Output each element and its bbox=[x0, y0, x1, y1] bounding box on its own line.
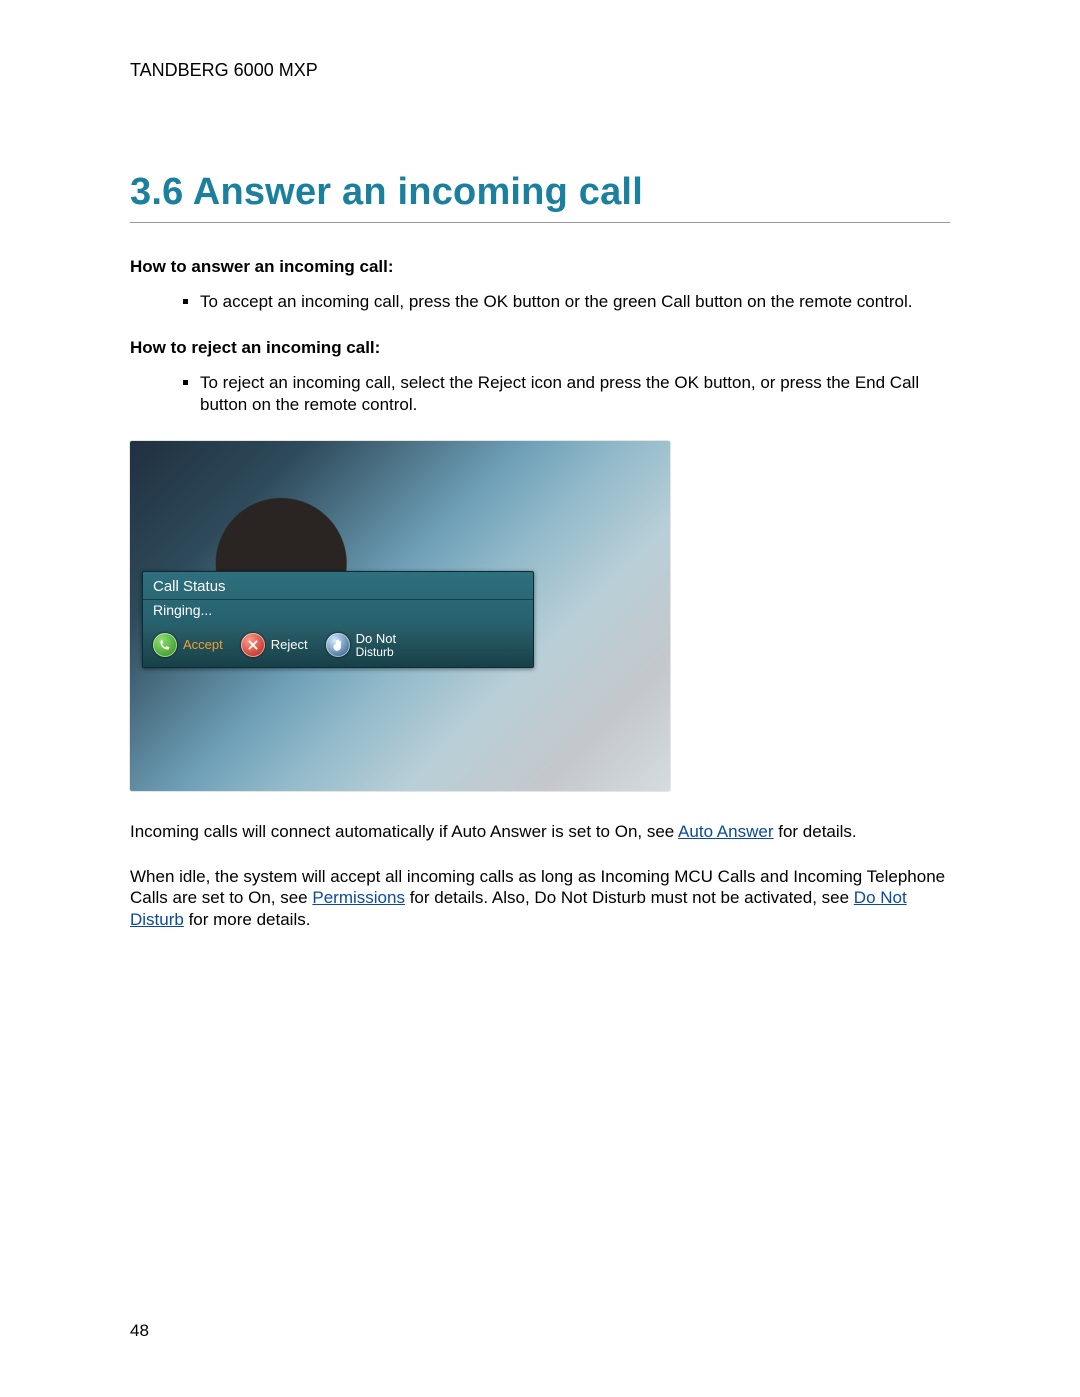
accept-icon bbox=[153, 633, 177, 657]
section-rule bbox=[130, 222, 950, 223]
howto-reject-list: To reject an incoming call, select the R… bbox=[130, 372, 950, 415]
reject-button[interactable]: Reject bbox=[241, 633, 308, 657]
section-title: 3.6 Answer an incoming call bbox=[130, 171, 950, 214]
list-item: To accept an incoming call, press the OK… bbox=[200, 291, 950, 312]
howto-reject-heading: How to reject an incoming call: bbox=[130, 338, 950, 358]
permissions-link[interactable]: Permissions bbox=[312, 888, 405, 907]
para1-pre: Incoming calls will connect automaticall… bbox=[130, 822, 678, 841]
header-product: TANDBERG 6000 MXP bbox=[130, 60, 950, 81]
incoming-call-figure: Call Status Ringing... Accept Reject bbox=[130, 441, 670, 791]
call-status-panel: Call Status Ringing... Accept Reject bbox=[142, 571, 534, 668]
accept-label: Accept bbox=[183, 638, 223, 652]
call-status-value: Ringing... bbox=[143, 600, 533, 626]
dnd-label: Do Not Disturb bbox=[356, 632, 396, 659]
dnd-label-line2: Disturb bbox=[356, 646, 396, 659]
list-item: To reject an incoming call, select the R… bbox=[200, 372, 950, 415]
para2-t2: for details. Also, Do Not Disturb must n… bbox=[405, 888, 854, 907]
hand-icon bbox=[326, 633, 350, 657]
paragraph-permissions: When idle, the system will accept all in… bbox=[130, 866, 950, 930]
accept-button[interactable]: Accept bbox=[153, 633, 223, 657]
para2-t3: for more details. bbox=[184, 910, 311, 929]
call-status-title: Call Status bbox=[143, 572, 533, 600]
reject-label: Reject bbox=[271, 638, 308, 652]
para1-post: for details. bbox=[774, 822, 857, 841]
reject-icon bbox=[241, 633, 265, 657]
section-title-text: Answer an incoming call bbox=[193, 171, 643, 213]
call-action-row: Accept Reject Do Not Disturb bbox=[143, 626, 533, 667]
page-number: 48 bbox=[130, 1321, 149, 1341]
howto-answer-heading: How to answer an incoming call: bbox=[130, 257, 950, 277]
dnd-label-line1: Do Not bbox=[356, 631, 396, 646]
paragraph-auto-answer: Incoming calls will connect automaticall… bbox=[130, 821, 950, 842]
howto-answer-list: To accept an incoming call, press the OK… bbox=[130, 291, 950, 312]
do-not-disturb-button[interactable]: Do Not Disturb bbox=[326, 632, 396, 659]
auto-answer-link[interactable]: Auto Answer bbox=[678, 822, 773, 841]
section-number: 3.6 bbox=[130, 171, 183, 213]
